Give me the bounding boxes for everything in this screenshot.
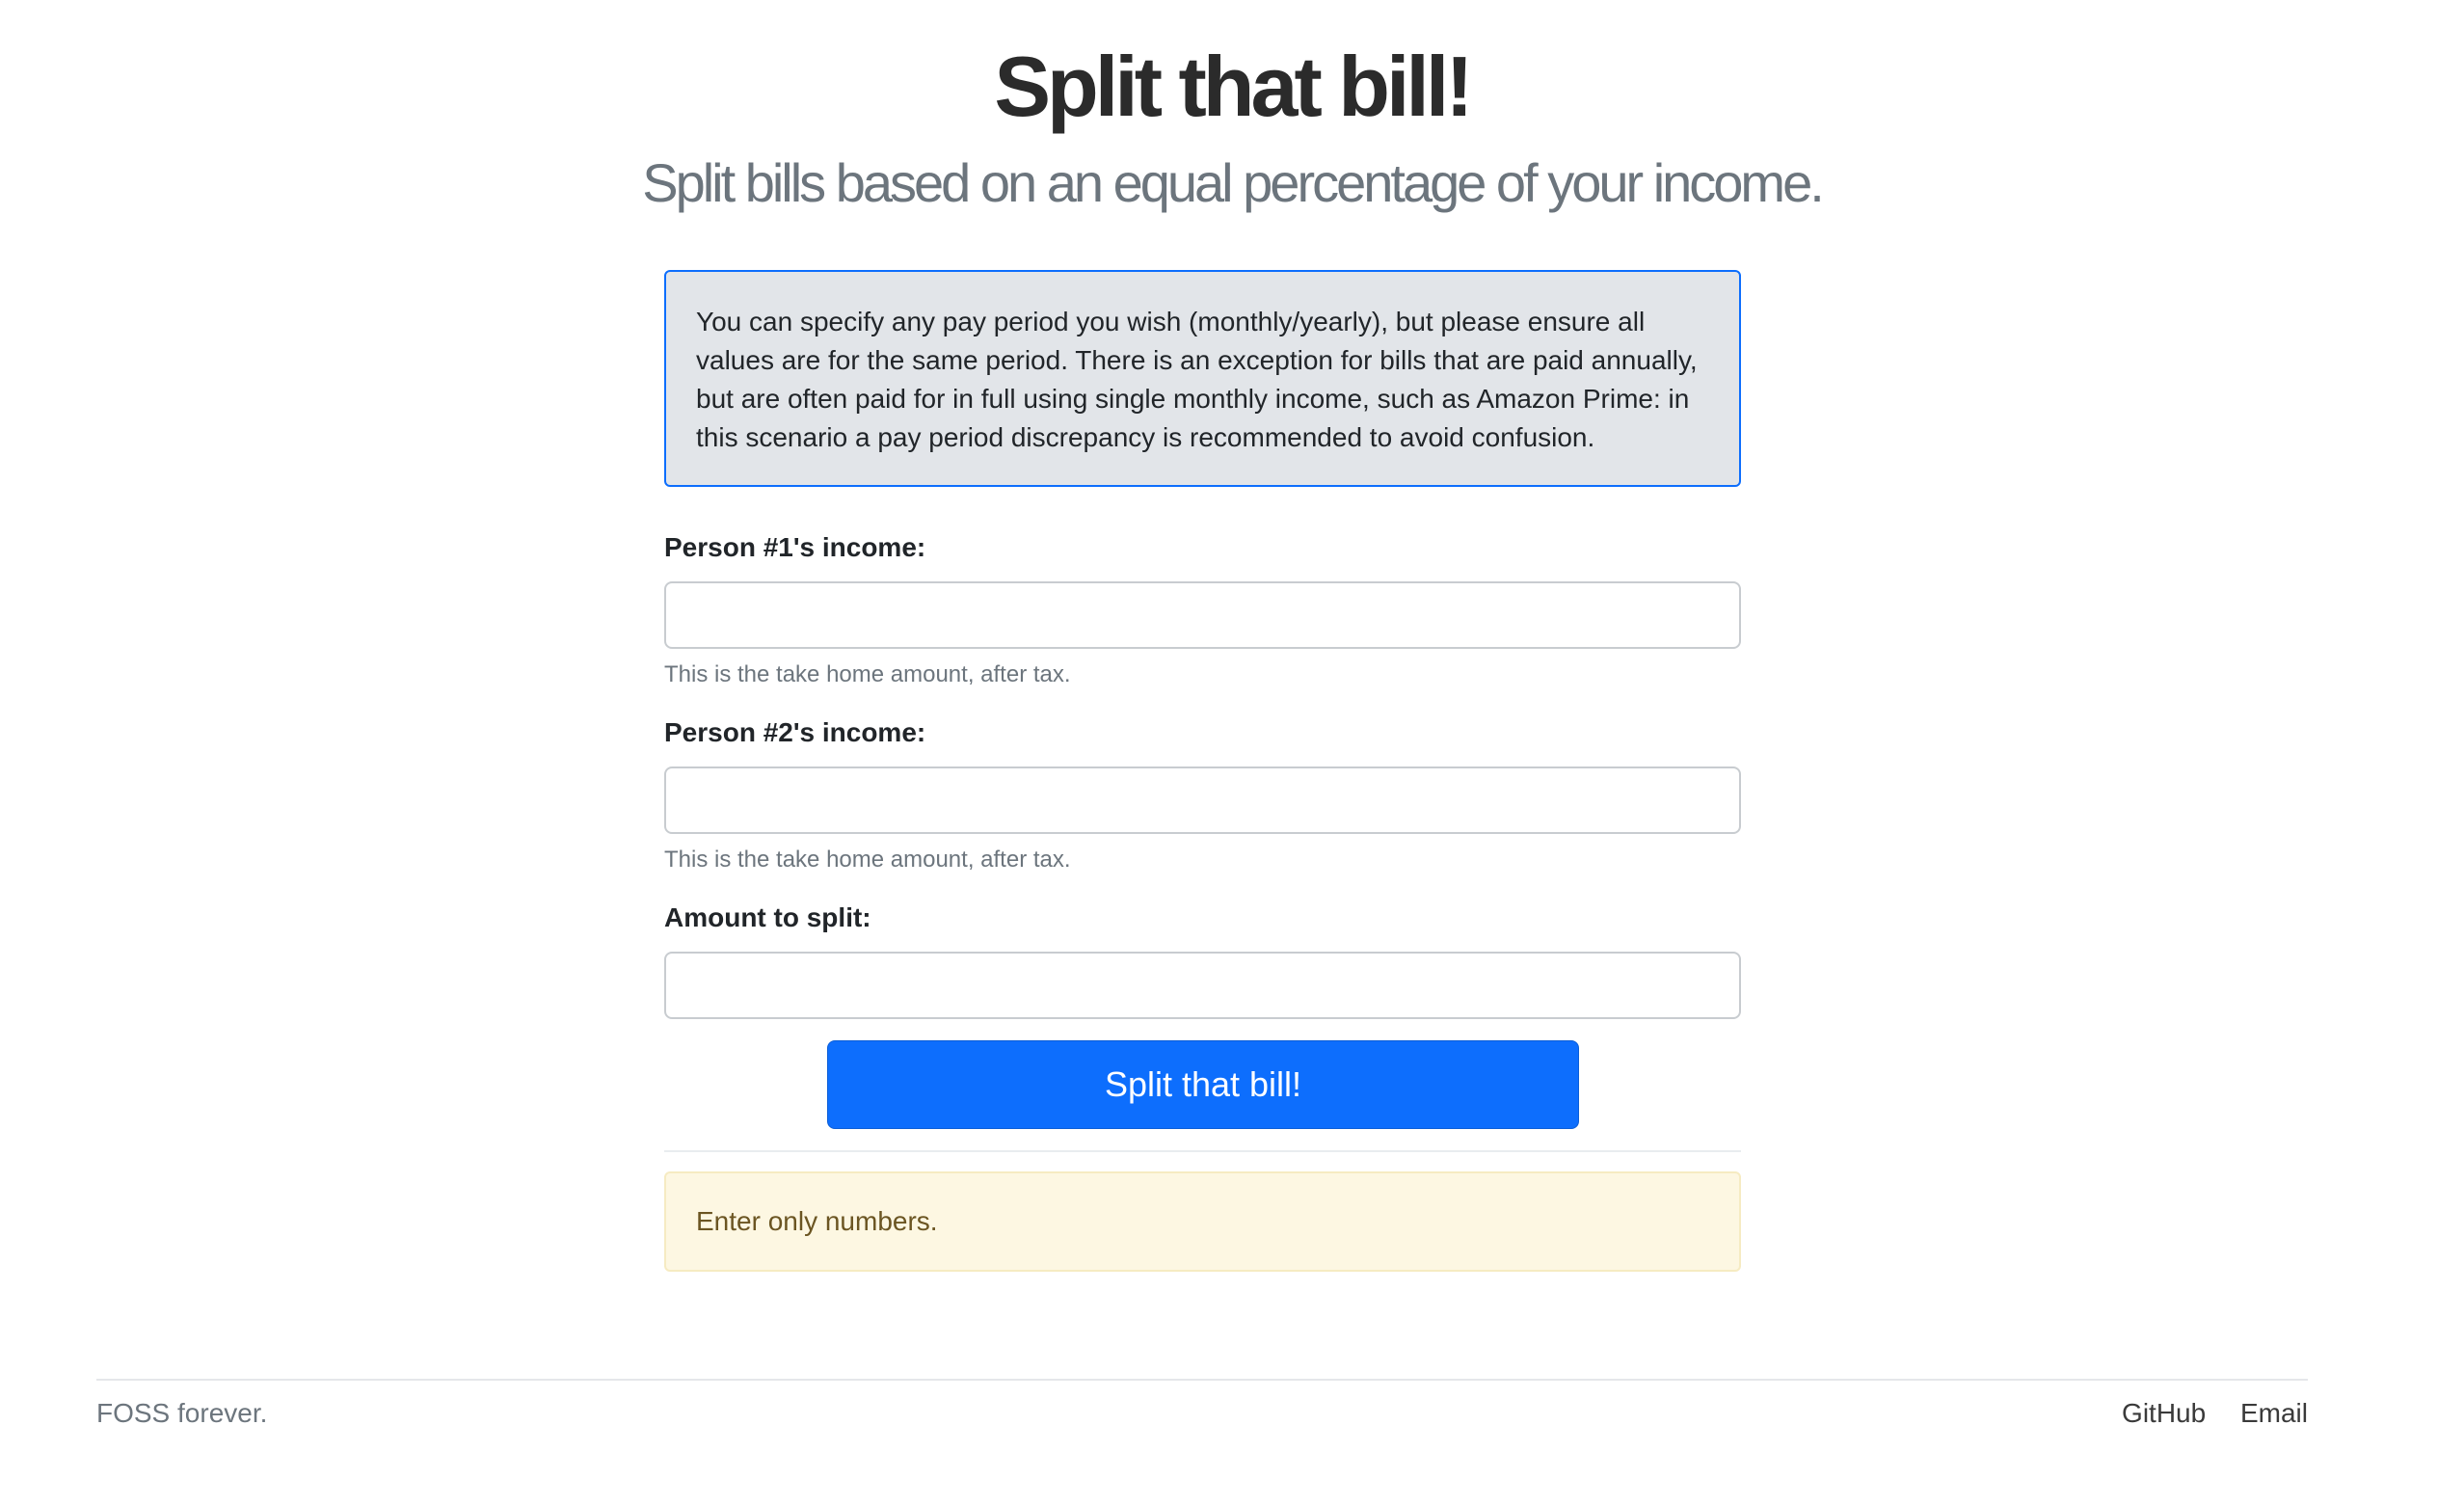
person1-income-help: This is the take home amount, after tax. — [664, 661, 1071, 687]
footer: FOSS forever. GitHub Email — [96, 1379, 2308, 1439]
person2-income-input[interactable] — [664, 766, 1741, 834]
person2-income-help: This is the take home amount, after tax. — [664, 847, 1071, 873]
page: Split that bill! Split bills based on an… — [0, 0, 2464, 1506]
person1-income-input[interactable] — [664, 581, 1741, 649]
footer-links: GitHub Email — [2095, 1396, 2308, 1431]
github-link[interactable]: GitHub — [2122, 1398, 2206, 1428]
amount-to-split-input[interactable] — [664, 952, 1741, 1019]
page-subtitle: Split bills based on an equal percentage… — [642, 152, 1825, 213]
page-title: Split that bill! — [994, 39, 1473, 134]
split-bill-button[interactable]: Split that bill! — [827, 1040, 1579, 1129]
person2-income-label: Person #2's income: — [664, 717, 926, 747]
warning-alert: Enter only numbers. — [664, 1171, 1741, 1272]
person1-income-label: Person #1's income: — [664, 532, 926, 562]
result-divider — [664, 1150, 1741, 1152]
footer-tagline: FOSS forever. — [96, 1398, 268, 1428]
info-alert: You can specify any pay period you wish … — [664, 270, 1741, 487]
form-container: You can specify any pay period you wish … — [664, 270, 1741, 1272]
amount-to-split-label: Amount to split: — [664, 902, 871, 932]
email-link[interactable]: Email — [2240, 1398, 2308, 1428]
